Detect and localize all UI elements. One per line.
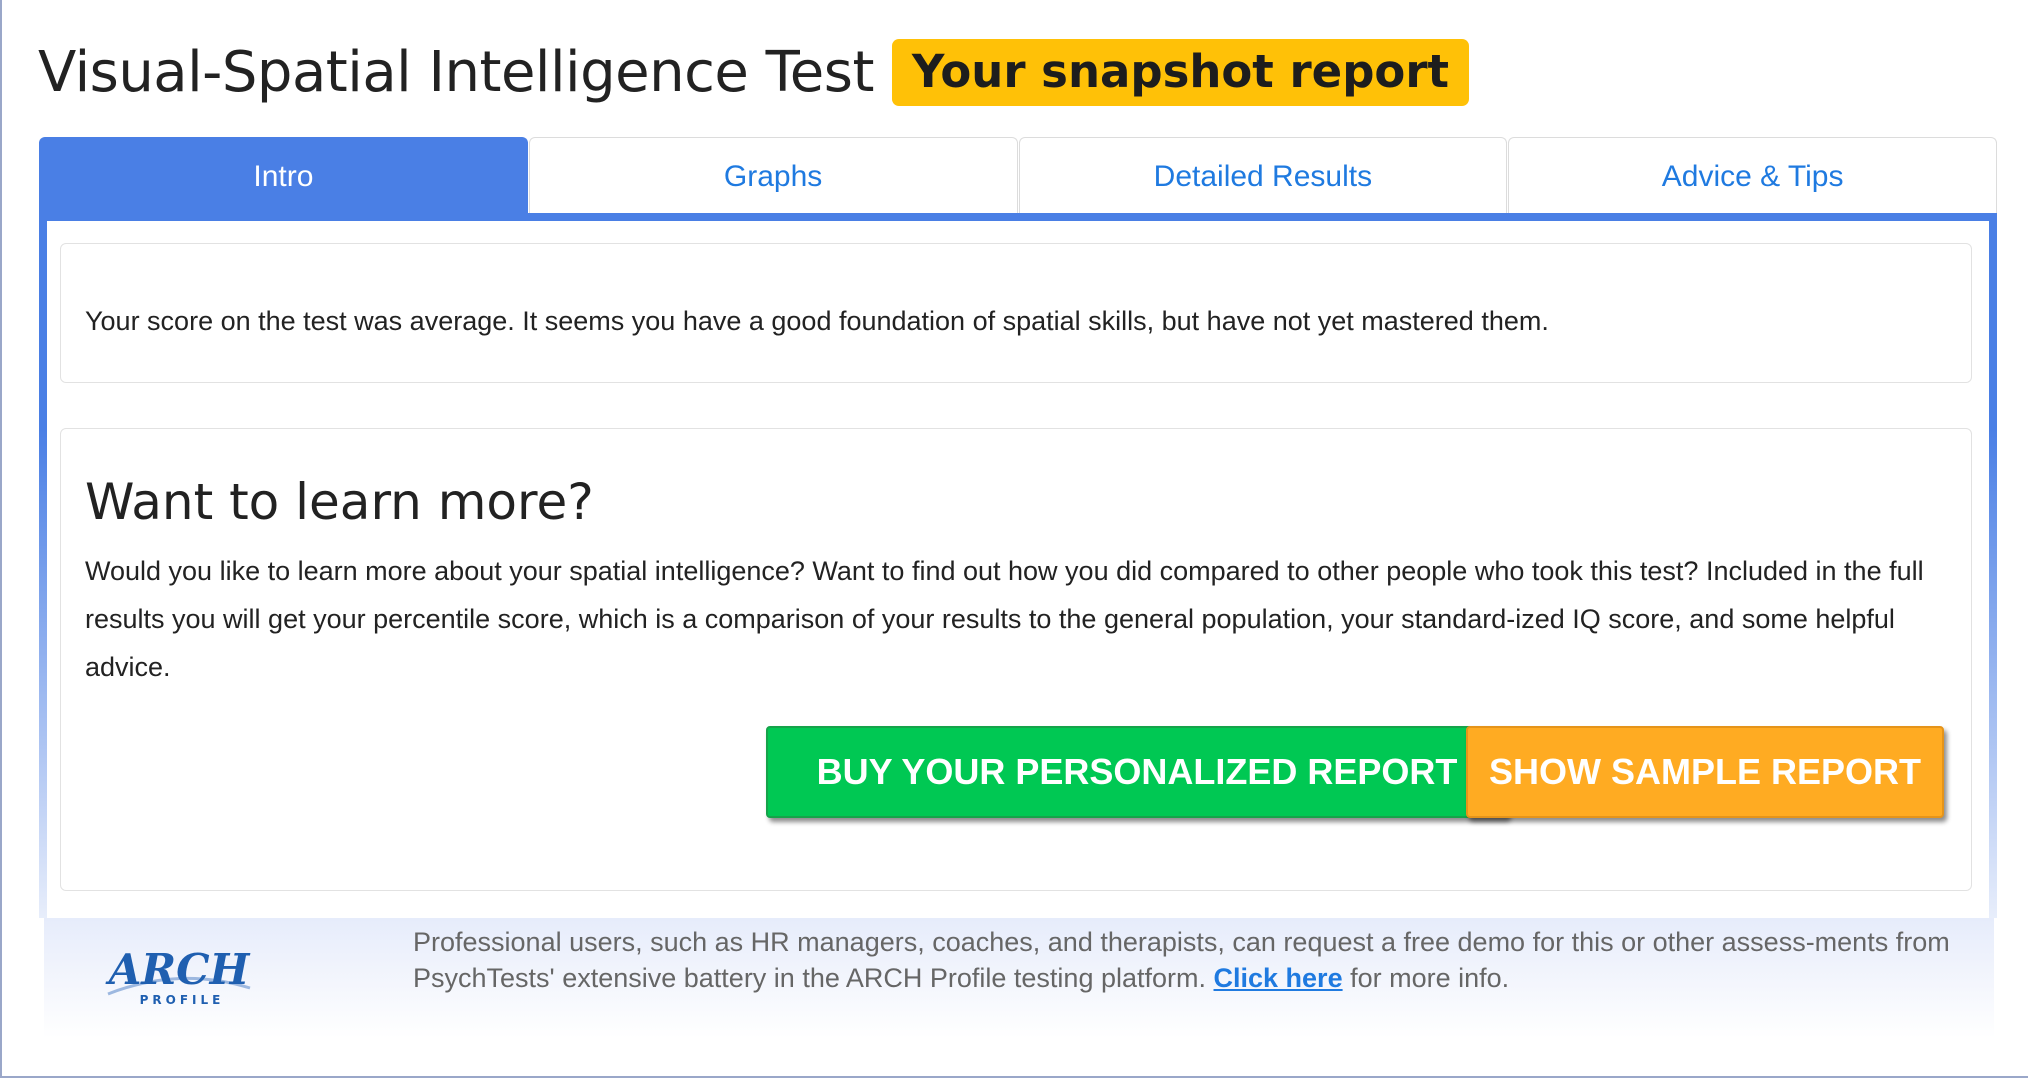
summary-text: Your score on the test was average. It s… [85,306,1549,336]
summary-card: Your score on the test was average. It s… [60,243,1972,383]
tab-bar: Intro Graphs Detailed Results Advice & T… [39,137,1997,215]
window-frame: Visual-Spatial Intelligence Test Your sn… [0,0,2028,1078]
footer-text: Professional users, such as HR managers,… [413,924,1973,996]
tab-advice-tips[interactable]: Advice & Tips [1508,137,1997,215]
learn-more-heading: Want to learn more? [85,473,594,531]
footer-text-after: for more info. [1350,963,1510,993]
tab-graphs[interactable]: Graphs [528,137,1018,215]
learn-more-card: Want to learn more? Would you like to le… [60,428,1972,891]
footer-text-before: Professional users, such as HR managers,… [413,927,1950,993]
tab-detailed-results[interactable]: Detailed Results [1018,137,1508,215]
learn-more-body: Would you like to learn more about your … [85,556,1924,682]
svg-text:ARCH: ARCH [105,945,251,994]
arch-profile-logo[interactable]: ARCH PROFILE [104,936,254,1008]
tab-intro[interactable]: Intro [39,137,528,215]
buy-report-button[interactable]: BUY YOUR PERSONALIZED REPORT [766,726,1508,818]
footer: ARCH PROFILE Professional users, such as… [44,918,1994,1038]
title-row: Visual-Spatial Intelligence Test Your sn… [38,32,1470,112]
page-title: Visual-Spatial Intelligence Test [38,39,874,105]
snapshot-badge: Your snapshot report [891,38,1470,106]
show-sample-report-button[interactable]: SHOW SAMPLE REPORT [1466,726,1944,818]
click-here-link[interactable]: Click here [1214,963,1343,993]
svg-text:PROFILE: PROFILE [140,993,225,1007]
